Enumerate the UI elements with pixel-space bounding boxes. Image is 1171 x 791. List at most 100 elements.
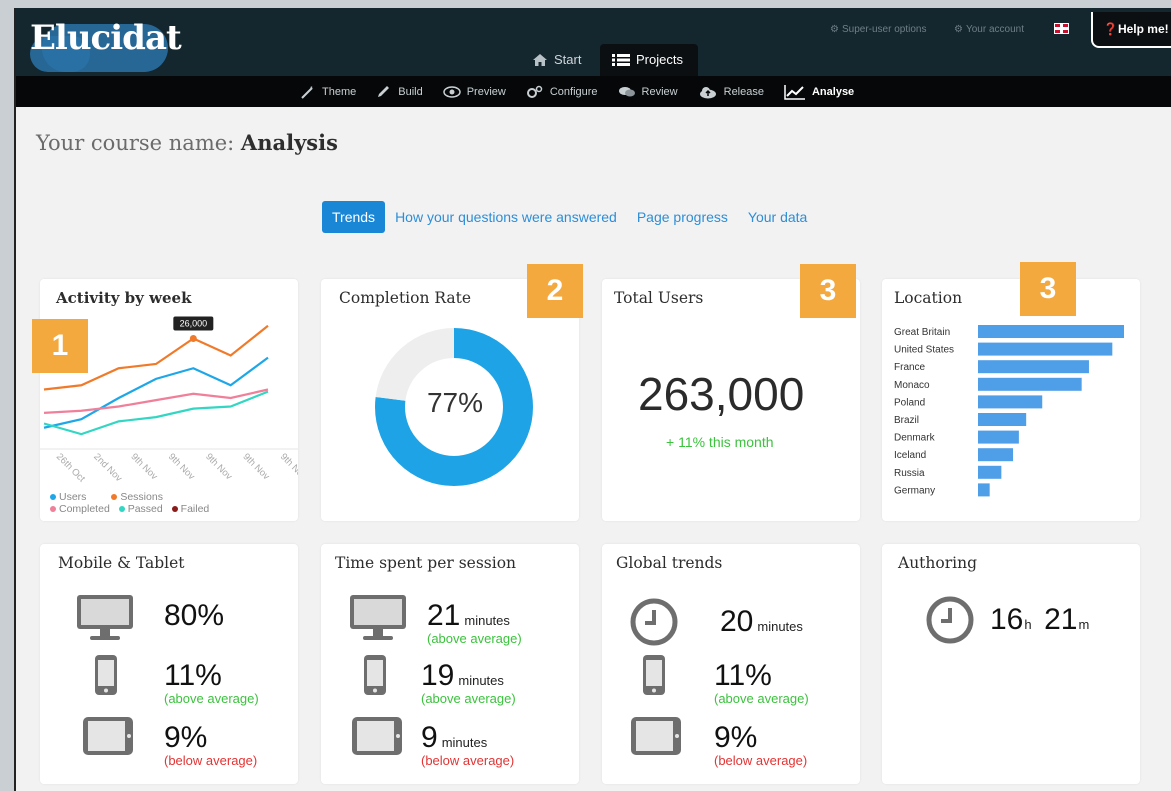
x-tick-label: 9th Nov bbox=[241, 451, 272, 482]
total-users-title: Total Users bbox=[614, 289, 704, 307]
location-chart: Great Britain United States France Monaco Po… bbox=[894, 325, 1124, 497]
super-user-options-link[interactable]: ⚙ Super-user options bbox=[830, 24, 926, 35]
mobile-tablet-value: 9% bbox=[164, 721, 208, 754]
bar bbox=[978, 325, 1124, 338]
step-badge: 3 bbox=[800, 264, 856, 318]
mobile-tablet-card: Mobile & Tablet 80% 11% (above average) … bbox=[40, 544, 298, 784]
subnav-preview[interactable]: Preview bbox=[439, 76, 522, 107]
activity-card: Activity by week 26,000 26th Oct 2nd Nov 9t… bbox=[32, 279, 298, 521]
authoring-card: Authoring 16h 21m bbox=[882, 544, 1140, 784]
bar-label: Russia bbox=[894, 468, 925, 479]
subnav-review-label: Review bbox=[641, 85, 678, 98]
uk-flag-icon[interactable] bbox=[1054, 23, 1069, 34]
gear-icon: ⚙ bbox=[830, 24, 839, 35]
global-tablet-value: 9% bbox=[714, 721, 758, 754]
subnav-release-label: Release bbox=[723, 85, 764, 98]
legend-label-failed: Failed bbox=[180, 503, 210, 515]
time-row-phone: 19 minutes (above average) bbox=[421, 660, 516, 706]
activity-legend: Users Sessions Completed Passed Failed bbox=[44, 491, 209, 515]
subnav-configure-label: Configure bbox=[549, 85, 598, 98]
tab-page-progress[interactable]: Page progress bbox=[627, 201, 738, 233]
question-circle-icon: ❓ bbox=[1103, 22, 1118, 36]
super-user-options-label: Super-user options bbox=[841, 24, 927, 35]
x-tick-label: 9th Nov bbox=[203, 451, 234, 482]
bar bbox=[978, 448, 1014, 462]
global-trends-title: Global trends bbox=[616, 554, 723, 572]
authoring-minutes: 21 bbox=[1044, 603, 1078, 636]
mobile-row-desktop: 80% bbox=[164, 600, 224, 632]
help-button[interactable]: ❓Help me! bbox=[1091, 12, 1171, 48]
subnav-release[interactable]: Release bbox=[694, 76, 780, 107]
time-desktop-value: 21 bbox=[427, 599, 461, 632]
page-title: Your course name: Analysis bbox=[36, 130, 338, 155]
authoring-minutes-unit: m bbox=[1078, 617, 1090, 632]
clock-icon bbox=[630, 598, 678, 646]
legend-swatch-sessions bbox=[111, 494, 118, 500]
mobile-desktop-value: 80% bbox=[164, 599, 225, 632]
x-tick-label: 9th Nov bbox=[166, 451, 197, 482]
logo[interactable]: Elucidat bbox=[30, 18, 182, 72]
desktop-icon bbox=[350, 595, 406, 640]
svg-text:*: * bbox=[310, 86, 313, 93]
tab-your-data[interactable]: Your data bbox=[738, 201, 817, 233]
line-chart-icon bbox=[784, 84, 805, 100]
tab-questions[interactable]: How your questions were answered bbox=[385, 201, 627, 233]
time-phone-note: (above average) bbox=[421, 691, 516, 706]
mobile-tablet-title: Mobile & Tablet bbox=[58, 554, 185, 572]
bar-label: Germany bbox=[894, 485, 935, 496]
sub-nav: * Theme Build Preview Configure Review R… bbox=[16, 76, 1171, 107]
legend-label-completed: Completed bbox=[59, 503, 110, 515]
bar-label: United States bbox=[894, 345, 954, 356]
phone-icon bbox=[364, 655, 386, 695]
bar-label: Brazil bbox=[894, 415, 919, 426]
bar-label: France bbox=[894, 362, 926, 373]
analysis-tabs: Trends How your questions were answered … bbox=[322, 201, 817, 233]
your-account-link[interactable]: ⚙ Your account bbox=[954, 24, 1024, 35]
legend-label-passed: Passed bbox=[127, 503, 163, 515]
comments-icon bbox=[618, 86, 635, 96]
subnav-analyse[interactable]: Analyse bbox=[780, 76, 870, 107]
total-users-delta: + 11% this month bbox=[666, 434, 774, 450]
time-phone-unit: minutes bbox=[458, 673, 504, 688]
global-trends-card: Global trends 20 minutes 11% (above avera… bbox=[602, 544, 860, 784]
bar-label: Great Britain bbox=[894, 327, 950, 338]
mobile-phone-value: 11% bbox=[164, 659, 222, 692]
x-tick-label: 2nd Nov bbox=[91, 451, 124, 484]
authoring-hours: 16 bbox=[990, 603, 1024, 636]
x-tick-label: 26th Oct bbox=[54, 451, 87, 484]
page-title-prefix: Your course name: bbox=[36, 131, 235, 155]
authoring-time: 16h 21m bbox=[990, 604, 1089, 636]
total-users-value: 263,000 bbox=[638, 368, 805, 420]
help-button-label: Help me! bbox=[1117, 22, 1169, 36]
global-time-value: 20 bbox=[720, 605, 754, 638]
authoring-hours-unit: h bbox=[1024, 617, 1032, 632]
time-tablet-value: 9 bbox=[421, 721, 438, 754]
tab-start[interactable]: Start bbox=[520, 44, 593, 76]
subnav-theme[interactable]: * Theme bbox=[296, 76, 372, 107]
global-row-phone: 11% (above average) bbox=[714, 659, 809, 706]
mobile-phone-note: (above average) bbox=[164, 691, 259, 706]
legend-label-sessions: Sessions bbox=[120, 491, 163, 503]
legend-swatch-failed bbox=[171, 506, 178, 512]
gears-icon bbox=[526, 85, 543, 98]
tab-trends[interactable]: Trends bbox=[322, 201, 386, 233]
time-tablet-unit: minutes bbox=[441, 735, 488, 750]
legend-label-users: Users bbox=[59, 491, 87, 503]
time-spent-title: Time spent per session bbox=[335, 554, 517, 572]
authoring-title: Authoring bbox=[898, 554, 977, 572]
global-phone-value: 11% bbox=[714, 659, 772, 692]
highlight-point bbox=[189, 335, 197, 342]
subnav-build[interactable]: Build bbox=[372, 76, 438, 107]
tab-projects[interactable]: Projects bbox=[600, 44, 698, 76]
subnav-configure[interactable]: Configure bbox=[522, 76, 614, 107]
subnav-theme-label: Theme bbox=[322, 85, 357, 98]
series-line-completed bbox=[43, 388, 269, 414]
phone-icon bbox=[95, 655, 117, 695]
bar bbox=[978, 483, 990, 497]
subnav-build-label: Build bbox=[398, 85, 423, 98]
x-tick-label: 9th Nov bbox=[278, 451, 298, 482]
time-row-desktop: 21 minutes (above average) bbox=[427, 599, 522, 646]
subnav-review[interactable]: Review bbox=[614, 76, 694, 107]
bar bbox=[978, 465, 1002, 479]
location-card: Location 3 Great Britain United States Fra… bbox=[882, 262, 1140, 521]
